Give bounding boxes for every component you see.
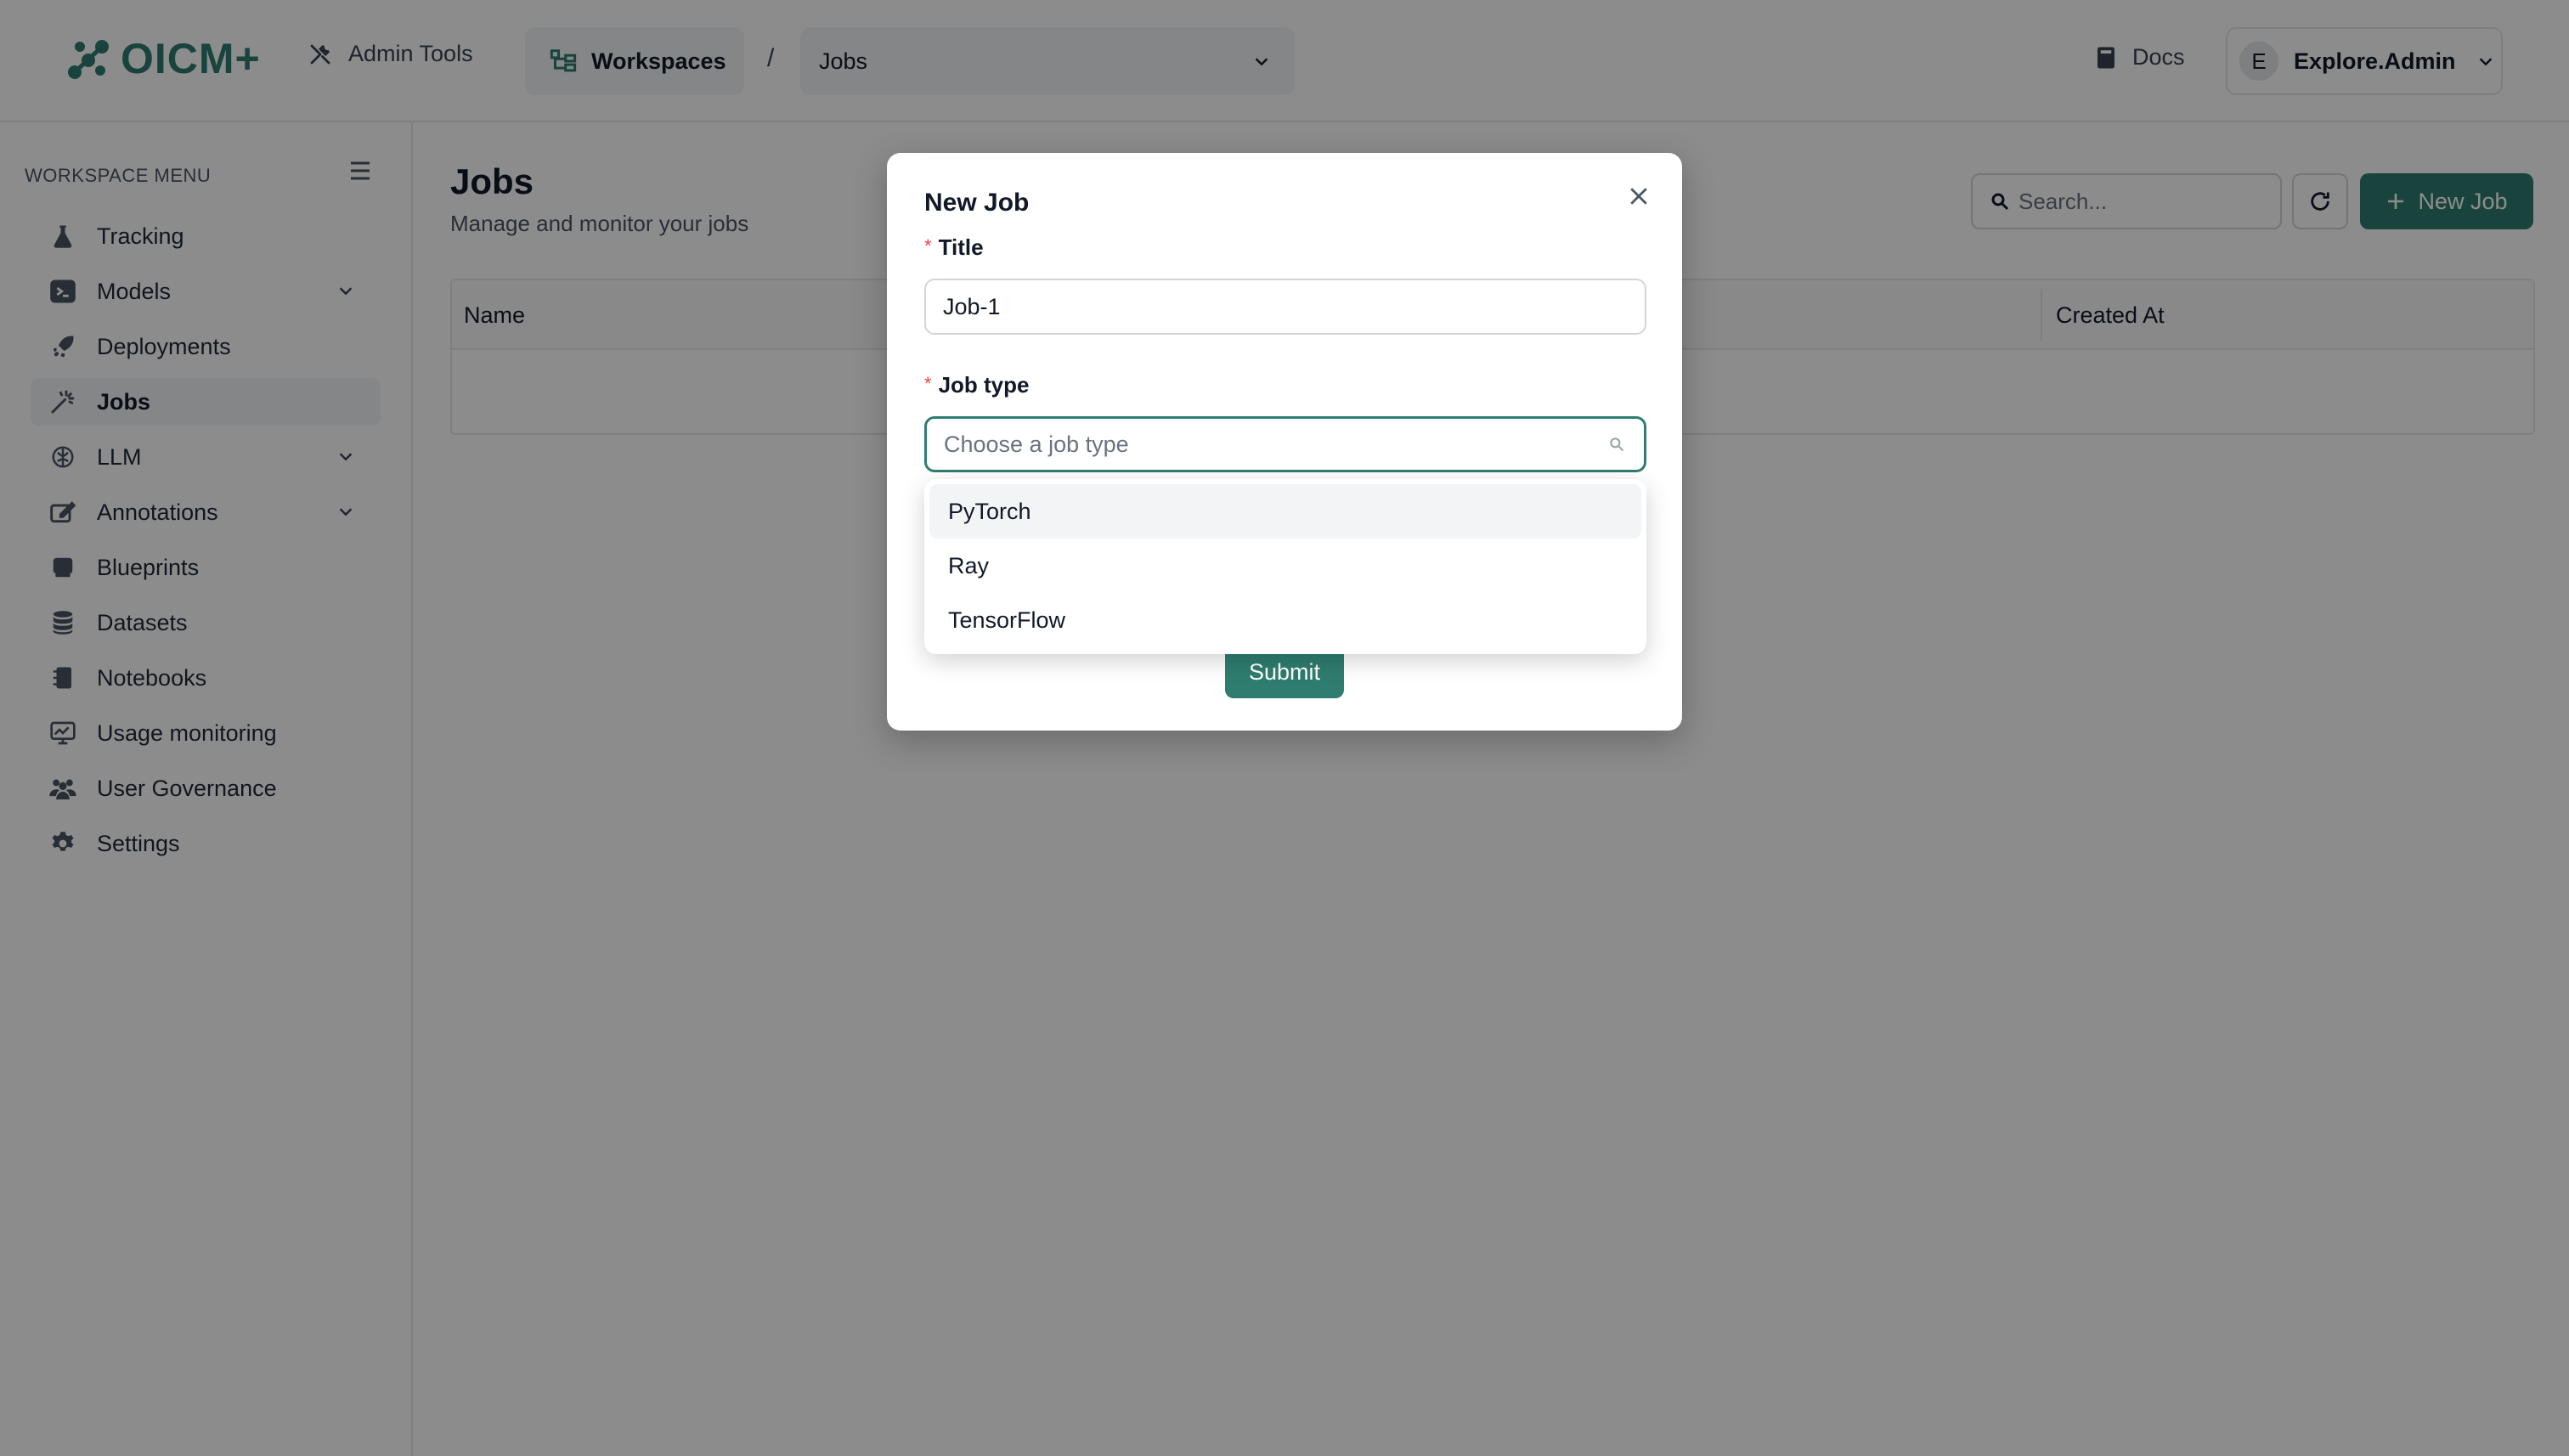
job-type-option-tensorflow[interactable]: TensorFlow — [929, 593, 1641, 647]
search-icon — [1610, 437, 1624, 452]
dialog-title: New Job — [924, 189, 1030, 217]
job-type-label-text: Job type — [938, 372, 1030, 398]
close-icon — [1630, 188, 1647, 205]
close-button[interactable] — [1626, 183, 1652, 213]
app-root: OICM+ Admin Tools Workspaces / Jobs Docs… — [0, 0, 2569, 1456]
required-marker: * — [924, 235, 932, 257]
title-input-value: Job-1 — [943, 293, 1001, 319]
job-type-placeholder: Choose a job type — [944, 431, 1129, 457]
title-label-text: Title — [938, 234, 984, 260]
job-type-option-ray[interactable]: Ray — [929, 539, 1641, 593]
title-input[interactable]: Job-1 — [924, 279, 1646, 335]
job-type-dropdown: PyTorch Ray TensorFlow — [924, 479, 1646, 654]
job-type-select[interactable]: Choose a job type — [924, 416, 1646, 472]
required-marker: * — [924, 373, 932, 394]
job-type-option-pytorch[interactable]: PyTorch — [929, 484, 1641, 539]
job-type-field-label: * Job type — [924, 372, 1029, 398]
title-field-label: * Title — [924, 234, 984, 261]
